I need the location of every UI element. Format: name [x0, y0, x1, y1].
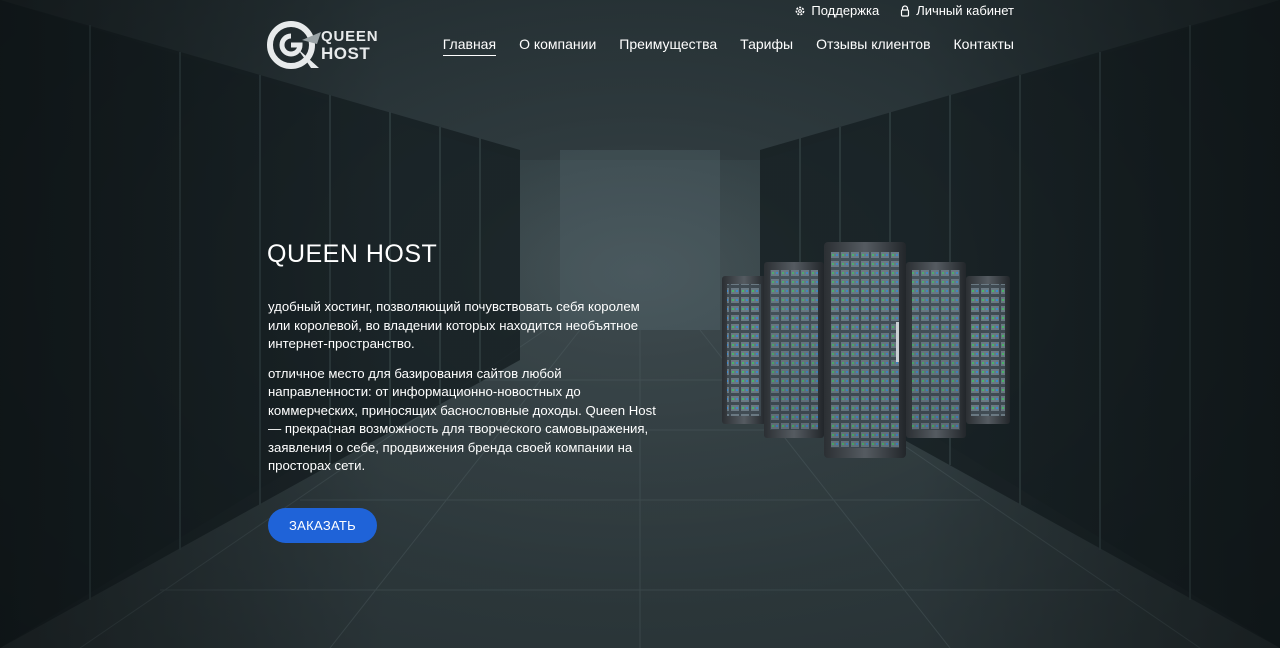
queen-host-logo-icon — [267, 21, 321, 69]
server-rack — [966, 276, 1010, 424]
main-navigation: Главная О компании Преимущества Тарифы О… — [442, 36, 1014, 56]
hero-description: удобный хостинг, позволяющий почувствова… — [268, 298, 663, 487]
server-rack — [824, 242, 906, 458]
logo-wordmark: QUEEN HOST — [321, 28, 378, 62]
support-link[interactable]: Поддержка — [794, 3, 879, 18]
nav-tariffs[interactable]: Тарифы — [740, 36, 793, 56]
nav-about[interactable]: О компании — [519, 36, 596, 56]
nav-reviews[interactable]: Отзывы клиентов — [816, 36, 930, 56]
server-rack — [722, 276, 766, 424]
nav-advantages[interactable]: Преимущества — [619, 36, 717, 56]
logo-line-2: HOST — [321, 44, 371, 63]
lock-icon — [901, 4, 910, 17]
hero-paragraph-1: удобный хостинг, позволяющий почувствова… — [268, 299, 640, 351]
site-logo[interactable]: QUEEN HOST — [267, 18, 378, 72]
hero-title: QUEEN HOST — [267, 240, 438, 268]
gear-icon — [795, 6, 805, 15]
support-link-label: Поддержка — [811, 3, 880, 18]
server-rack — [906, 262, 966, 438]
server-rack — [764, 262, 824, 438]
logo-line-1: QUEEN — [321, 28, 379, 45]
order-button[interactable]: ЗАКАЗАТЬ — [268, 508, 377, 543]
account-link[interactable]: Личный кабинет — [899, 3, 1014, 18]
account-link-label: Личный кабинет — [916, 3, 1014, 18]
nav-contacts[interactable]: Контакты — [954, 36, 1014, 56]
top-utility-links: Поддержка Личный кабинет — [794, 3, 1014, 18]
hero-paragraph-2: отличное место для базирования сайтов лю… — [268, 365, 656, 474]
server-racks-illustration — [722, 242, 1010, 458]
nav-home[interactable]: Главная — [442, 36, 497, 56]
